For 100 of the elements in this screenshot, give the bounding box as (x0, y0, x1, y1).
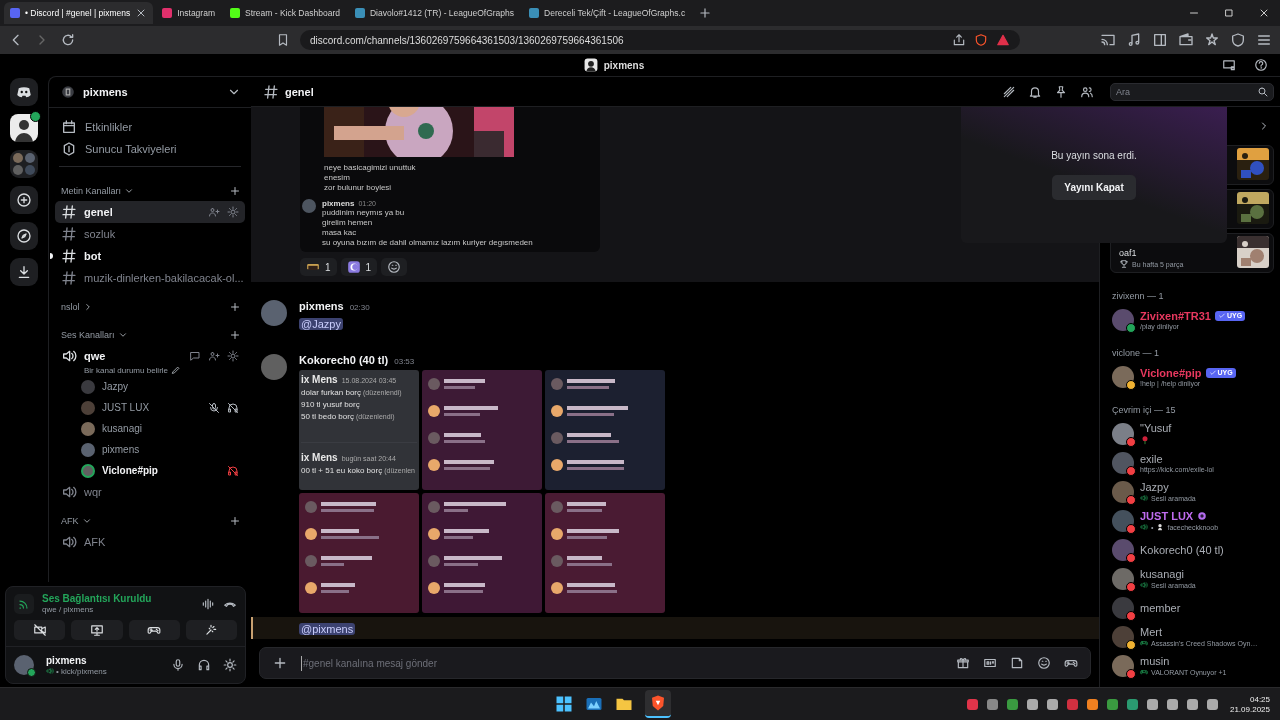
pencil-icon[interactable] (171, 365, 182, 375)
download-button[interactable] (10, 258, 38, 286)
bell-icon[interactable] (1028, 84, 1042, 99)
cast-icon[interactable] (1100, 32, 1116, 48)
message-input[interactable]: #genel kanalına mesaj gönder (301, 655, 943, 671)
add-channel-icon[interactable] (229, 185, 241, 197)
chart-app-icon[interactable] (585, 695, 604, 713)
category-header[interactable]: nslol (61, 302, 80, 312)
discover-button[interactable] (10, 222, 38, 250)
bookmark-icon[interactable] (276, 33, 290, 47)
triangle-icon[interactable] (996, 33, 1010, 47)
search-field[interactable]: Ara (1110, 82, 1274, 101)
gif-icon[interactable] (983, 656, 997, 670)
tray-icon[interactable] (1106, 698, 1118, 710)
tray-icon[interactable] (1146, 698, 1158, 710)
add-channel-icon[interactable] (229, 329, 241, 341)
author-name[interactable]: Kokorech0 (40 tl) (299, 354, 389, 366)
gift-icon[interactable] (956, 656, 970, 670)
tray-icon[interactable] (966, 698, 978, 710)
server-folder[interactable] (10, 150, 38, 178)
tray-icon[interactable] (1066, 698, 1078, 710)
tray-icon[interactable] (1126, 698, 1138, 710)
tray-icon[interactable] (986, 698, 998, 710)
soundboard-button[interactable] (185, 620, 237, 640)
channel-item[interactable]: AFK (55, 531, 245, 553)
browser-tab[interactable]: • Discord | #genel | pixmens (4, 2, 154, 24)
music-icon[interactable] (1126, 32, 1142, 48)
avatar[interactable] (261, 300, 287, 326)
wallet-icon[interactable] (1178, 32, 1194, 48)
reaction-chip[interactable]: 1 (340, 258, 378, 276)
add-reaction-button[interactable] (381, 258, 408, 276)
browser-tab[interactable]: Stream - Kick Dashboard (224, 2, 346, 24)
invite-icon[interactable] (208, 206, 220, 218)
message-composer[interactable]: #genel kanalına mesaj gönder (259, 647, 1091, 679)
channel-status-hint[interactable]: Bir kanal durumu belirle (84, 365, 169, 375)
category-header[interactable]: Ses Kanalları (61, 330, 115, 340)
threads-icon[interactable] (1002, 84, 1016, 99)
channel-item[interactable]: bot (55, 245, 245, 267)
waveform-icon[interactable] (201, 596, 215, 611)
chevron-icon[interactable] (124, 186, 135, 196)
tray-icon[interactable] (1046, 698, 1058, 710)
settings-icon[interactable] (223, 658, 237, 672)
close-icon[interactable] (1258, 7, 1270, 19)
add-channel-icon[interactable] (229, 515, 241, 527)
sidebar-icon[interactable] (1152, 32, 1168, 48)
invite-icon[interactable] (208, 350, 220, 362)
camera-button[interactable] (14, 620, 66, 640)
tray-icon[interactable] (1206, 698, 1218, 710)
share-icon[interactable] (952, 33, 966, 47)
category-header[interactable]: AFK (61, 516, 79, 526)
chevron-icon[interactable] (81, 516, 92, 526)
pin-icon[interactable] (1054, 84, 1068, 99)
inbox-icon[interactable] (1222, 58, 1236, 72)
settings-icon[interactable] (227, 350, 239, 362)
mention[interactable]: @pixmens (299, 623, 356, 635)
add-attachment-icon[interactable] (272, 655, 288, 671)
maximize-icon[interactable] (1223, 7, 1235, 19)
voice-user-name[interactable]: kusanagi (102, 423, 143, 434)
chat-bubble-icon[interactable] (189, 350, 201, 362)
star-icon[interactable] (1204, 32, 1220, 48)
avatar[interactable] (261, 354, 287, 380)
chevron-icon[interactable] (117, 330, 128, 340)
activity-button[interactable] (128, 620, 180, 640)
voice-user-name[interactable]: Viclone#pip (102, 465, 158, 476)
reload-icon[interactable] (60, 32, 76, 48)
member-item[interactable]: member (1110, 593, 1274, 622)
voice-user-name[interactable]: pixmens (102, 444, 140, 455)
channel-item[interactable]: genel (55, 201, 245, 223)
channel-item[interactable]: wqr (55, 481, 245, 503)
add-channel-icon[interactable] (229, 301, 241, 313)
server-icon[interactable] (10, 114, 38, 142)
screen-share-button[interactable] (71, 620, 123, 640)
nav-item[interactable]: Etkinlikler (55, 116, 245, 138)
address-field[interactable]: discord.com/channels/1360269759664361503/1360269759664361506 (300, 30, 1020, 50)
nav-item[interactable]: Sunucu Takviyeleri (55, 138, 245, 160)
sticker-icon[interactable] (1010, 656, 1024, 670)
add-server-button[interactable] (10, 186, 38, 214)
avatar[interactable] (14, 655, 34, 675)
author-name[interactable]: pixmens (299, 300, 344, 312)
voice-user-name[interactable]: JUST LUX (102, 402, 150, 413)
tray-icon[interactable] (1026, 698, 1038, 710)
mention[interactable]: @Jazpy (299, 318, 343, 330)
tray-icon[interactable] (1006, 698, 1018, 710)
windows-start-icon[interactable] (555, 695, 574, 713)
shield-icon[interactable] (974, 33, 988, 47)
member-item[interactable]: Kokorech0 (40 tl) (1110, 535, 1274, 564)
browser-taskbar-button[interactable] (645, 690, 672, 718)
voice-user-name[interactable]: Jazpy (102, 381, 129, 392)
shield-icon[interactable] (1230, 32, 1246, 48)
menu-icon[interactable] (1256, 32, 1272, 48)
close-stream-button[interactable]: Yayını Kapat (1052, 175, 1136, 200)
tray-icon[interactable] (1186, 698, 1198, 710)
server-header[interactable]: pixmens (49, 77, 251, 108)
member-item[interactable]: "Yusuf (1110, 419, 1274, 448)
browser-tab[interactable]: Dereceli Tek/Çift - LeagueOfGraphs.c (523, 2, 692, 24)
new-tab-icon[interactable] (698, 6, 713, 20)
channel-item[interactable]: qwe (55, 345, 245, 367)
category-header[interactable]: Metin Kanalları (61, 186, 122, 196)
emoji-icon[interactable] (1037, 656, 1051, 670)
voice-location[interactable]: qwe / pixmens (42, 605, 152, 614)
